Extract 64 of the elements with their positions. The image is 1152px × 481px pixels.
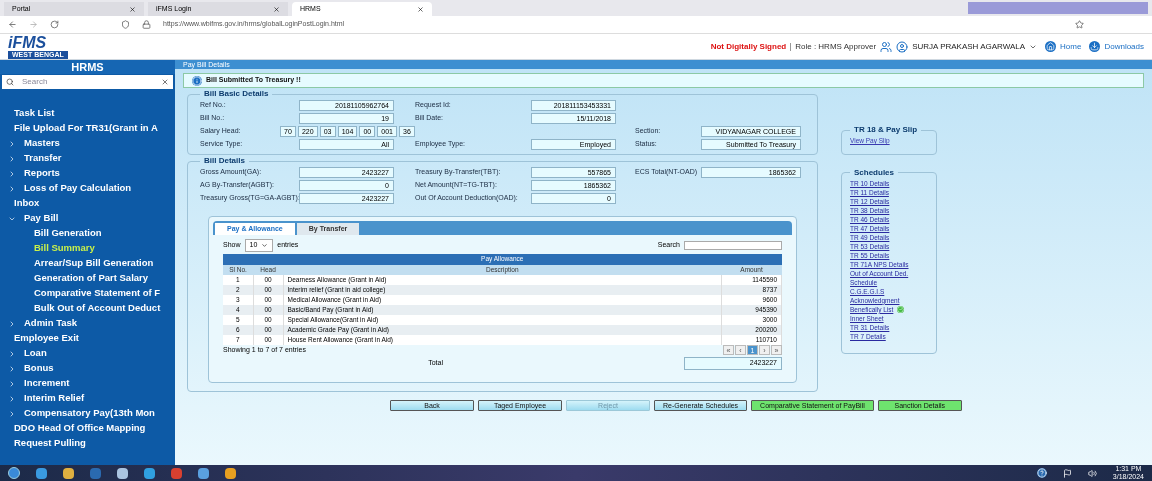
caret-icon [261,241,269,249]
sidebar-item[interactable]: File Upload For TR31(Grant in A [0,121,175,136]
sidebar-item[interactable]: Bill Summary [0,241,175,256]
sidebar-item[interactable]: Increment [0,376,175,391]
sidebar-item[interactable]: Admin Task [0,316,175,331]
sidebar-item[interactable]: Bill Generation [0,226,175,241]
taskbar-app-icon[interactable] [144,467,155,479]
speaker-icon[interactable] [1087,468,1097,478]
sidebar-item[interactable]: Inbox [0,196,175,211]
sidebar-item[interactable]: Masters [0,136,175,151]
shield-icon[interactable] [121,20,130,29]
home-icon [1045,41,1057,52]
lock-icon[interactable] [142,20,151,29]
header-link[interactable]: Downloads [1089,40,1144,53]
section-legend: Bill Details [200,155,249,167]
sidebar-item[interactable]: Request Pulling [0,436,175,451]
users-icon[interactable] [880,40,893,53]
search-input[interactable]: Search [22,76,153,88]
sidebar-item[interactable]: Compensatory Pay(13th Mon [0,406,175,421]
sidebar-item[interactable]: Interim Relief [0,391,175,406]
close-icon[interactable] [273,5,280,13]
close-icon[interactable] [129,5,136,13]
section-legend: Schedules [850,166,898,179]
back-icon[interactable] [8,20,17,29]
taskbar-app-icon[interactable] [225,467,236,479]
sign-status: Not Digitally Signed [710,40,787,53]
search-field[interactable]: Search [2,75,173,89]
sidebar-item[interactable]: Loan [0,346,175,361]
user-menu[interactable]: SURJA PRAKASH AGARWALA [912,40,1038,53]
taskbar-app-icon[interactable] [36,467,47,479]
sidebar-item[interactable]: Arrear/Sup Bill Generation [0,256,175,271]
check-icon [897,305,905,313]
sidebar-item[interactable]: Transfer [0,151,175,166]
sidebar-title: HRMS [0,60,175,74]
taskbar-app-icon[interactable] [117,467,128,479]
header-link[interactable]: Home [1045,40,1082,53]
sidebar-item[interactable]: Task List [0,106,175,121]
sidebar-item[interactable]: DDO Head Of Office Mapping [0,421,175,436]
reload-icon[interactable] [50,20,59,29]
sidebar-item[interactable]: Employee Exit [0,331,175,346]
info-icon [192,75,202,86]
search-icon [6,78,14,86]
help-icon[interactable] [1036,468,1047,478]
sidebar-item[interactable]: Comparative Statement of F [0,286,175,301]
sidebar-item[interactable]: Bulk Out of Account Deduct [0,301,175,316]
flag-icon[interactable] [1062,468,1072,478]
start-orb-icon[interactable] [8,467,20,479]
clear-icon[interactable] [161,78,169,86]
sidebar-item[interactable]: Generation of Part Salary [0,271,175,286]
divider [790,42,792,51]
download-icon [1089,41,1101,52]
section-legend: Bill Basic Details [200,88,273,100]
sidebar-item[interactable]: Loss of Pay Calculation [0,181,175,196]
table-search-field[interactable] [684,240,782,250]
sidebar-item[interactable]: Bonus [0,361,175,376]
taskbar-app-icon[interactable] [198,467,209,479]
sidebar-item[interactable]: Pay Bill [0,211,175,226]
close-icon[interactable] [417,5,424,13]
sidebar-item[interactable]: Reports [0,166,175,181]
star-icon[interactable] [1075,20,1084,29]
section-legend: TR 18 & Pay Slip [850,124,922,136]
role-label: Role : HRMS Approver [795,40,877,53]
user-icon [896,40,909,53]
taskbar-app-icon[interactable] [63,467,74,479]
